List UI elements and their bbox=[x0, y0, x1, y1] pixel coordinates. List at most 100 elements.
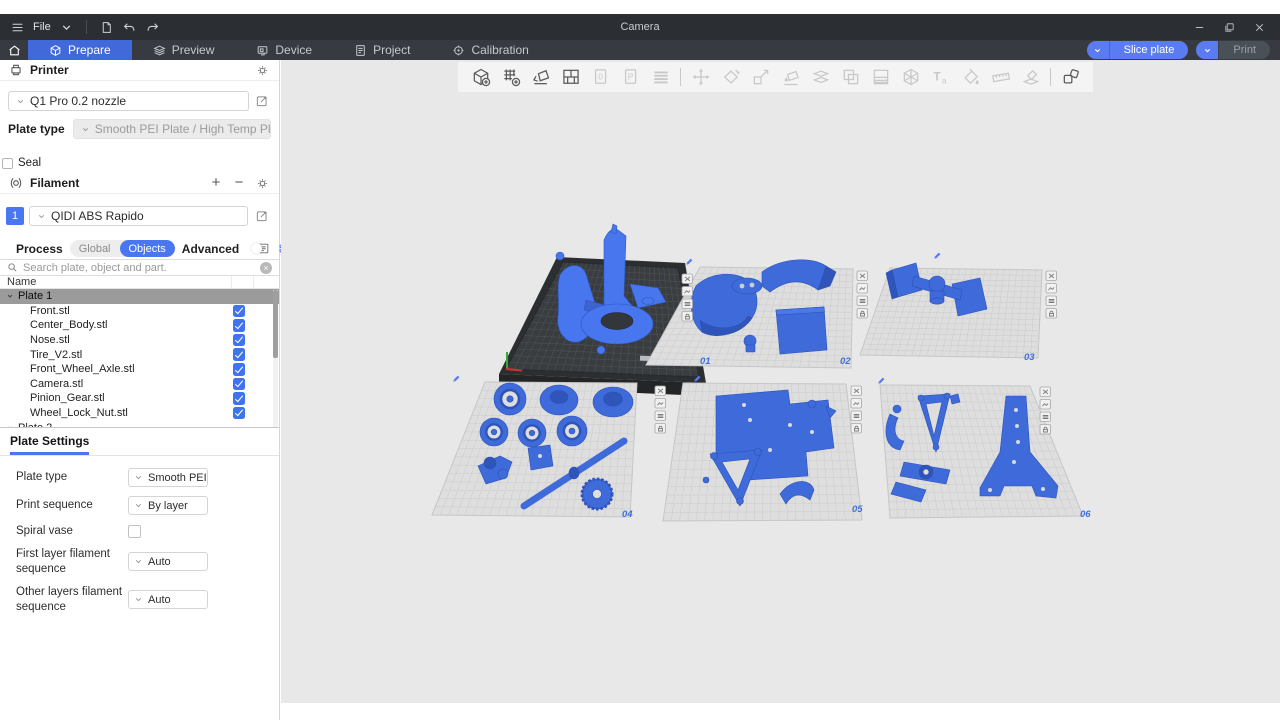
expand-chevron-icon[interactable] bbox=[6, 292, 14, 300]
print-dropdown-chevron-icon[interactable] bbox=[1196, 41, 1218, 59]
close-button[interactable] bbox=[1246, 17, 1272, 37]
rename-plate-pencil-icon[interactable] bbox=[453, 376, 459, 382]
tree-row-object[interactable]: Camera.stl bbox=[0, 377, 279, 392]
tab-preview[interactable]: Preview bbox=[132, 40, 236, 60]
tree-row-object[interactable]: Front.stl bbox=[0, 304, 279, 319]
tree-row-plate-1[interactable]: Plate 1 bbox=[0, 289, 279, 304]
rename-plate-pencil-icon[interactable] bbox=[878, 378, 884, 384]
3d-viewport[interactable]: 010203040506 0PTa bbox=[281, 60, 1280, 703]
add-plate-icon[interactable] bbox=[500, 67, 521, 88]
delete-plate-icon[interactable] bbox=[851, 386, 862, 396]
scope-objects[interactable]: Objects bbox=[120, 240, 175, 257]
lock-plate-icon[interactable] bbox=[1040, 425, 1051, 435]
save-project-icon[interactable] bbox=[99, 20, 114, 35]
variable-layer-height-icon[interactable] bbox=[870, 67, 891, 88]
assembly-view-icon[interactable] bbox=[1060, 67, 1081, 88]
filament-preset-select[interactable]: QIDI ABS Rapido bbox=[29, 206, 248, 226]
delete-plate-icon[interactable] bbox=[655, 386, 666, 396]
object-visibility-checkbox[interactable] bbox=[233, 334, 246, 347]
tree-row-object[interactable]: Center_Body.stl bbox=[0, 318, 279, 333]
lay-on-face-icon[interactable] bbox=[780, 67, 801, 88]
object-visibility-checkbox[interactable] bbox=[233, 363, 246, 376]
mesh-edit-icon[interactable] bbox=[900, 67, 921, 88]
object-visibility-checkbox[interactable] bbox=[233, 305, 246, 318]
seal-checkbox[interactable] bbox=[2, 158, 13, 169]
ps-print-sequence-select[interactable]: By layer bbox=[128, 496, 208, 515]
delete-plate-icon[interactable] bbox=[1040, 387, 1051, 397]
tab-device[interactable]: Device bbox=[235, 40, 333, 60]
cut-icon[interactable] bbox=[810, 67, 831, 88]
hamburger-menu-icon[interactable] bbox=[10, 20, 25, 35]
search-clear-icon[interactable]: × bbox=[260, 262, 272, 274]
undo-icon[interactable] bbox=[122, 20, 137, 35]
list-scrollbar-thumb[interactable] bbox=[273, 290, 278, 358]
slice-dropdown-chevron-icon[interactable] bbox=[1087, 41, 1109, 59]
object-visibility-checkbox[interactable] bbox=[233, 378, 246, 391]
object-visibility-checkbox[interactable] bbox=[233, 348, 246, 361]
edit-plate-name-icon[interactable] bbox=[655, 399, 666, 409]
minimize-button[interactable] bbox=[1186, 17, 1212, 37]
edit-plate-name-icon[interactable] bbox=[682, 287, 693, 297]
measure-icon[interactable] bbox=[990, 67, 1011, 88]
remove-filament-button[interactable]: − bbox=[231, 176, 247, 190]
printer-edit-icon[interactable] bbox=[253, 92, 271, 110]
delete-plate-icon[interactable] bbox=[857, 271, 868, 281]
file-menu[interactable]: File bbox=[33, 21, 51, 33]
lock-plate-icon[interactable] bbox=[655, 424, 666, 434]
mirror-icon[interactable] bbox=[840, 67, 861, 88]
lock-plate-icon[interactable] bbox=[1046, 309, 1057, 319]
tab-prepare[interactable]: Prepare bbox=[28, 40, 132, 60]
build-plate-3[interactable] bbox=[860, 268, 1042, 358]
ps-other-layers-seq-select[interactable]: Auto bbox=[128, 590, 208, 609]
rotate-icon[interactable] bbox=[720, 67, 741, 88]
move-icon[interactable] bbox=[690, 67, 711, 88]
ps-first-layer-seq-select[interactable]: Auto bbox=[128, 552, 208, 571]
rename-plate-pencil-icon[interactable] bbox=[686, 259, 692, 265]
add-object-icon[interactable] bbox=[470, 67, 491, 88]
plate-settings-icon[interactable] bbox=[1046, 296, 1057, 306]
lock-plate-icon[interactable] bbox=[682, 312, 693, 322]
color-paint-icon[interactable] bbox=[960, 67, 981, 88]
plate-settings-icon[interactable] bbox=[1040, 412, 1051, 422]
file-menu-chevron-icon[interactable] bbox=[59, 20, 74, 35]
copy-icon[interactable]: 0 bbox=[590, 67, 611, 88]
tree-row-object[interactable]: Nose.stl bbox=[0, 333, 279, 348]
search-input[interactable] bbox=[23, 262, 255, 274]
object-visibility-checkbox[interactable] bbox=[233, 319, 246, 332]
add-filament-button[interactable]: + bbox=[208, 176, 224, 190]
edit-plate-name-icon[interactable] bbox=[1046, 284, 1057, 294]
ps-plate-type-select[interactable]: Smooth PEI ... bbox=[128, 468, 208, 487]
auto-orient-icon[interactable] bbox=[530, 67, 551, 88]
spiral-vase-checkbox[interactable] bbox=[128, 525, 141, 538]
edit-plate-name-icon[interactable] bbox=[851, 399, 862, 409]
plate-settings-icon[interactable] bbox=[857, 296, 868, 306]
plate-settings-icon[interactable] bbox=[851, 411, 862, 421]
delete-plate-icon[interactable] bbox=[682, 274, 693, 284]
printer-preset-select[interactable]: Q1 Pro 0.2 nozzle bbox=[8, 91, 249, 111]
lock-plate-icon[interactable] bbox=[851, 424, 862, 434]
plate-type-select[interactable]: Smooth PEI Plate / High Temp Plate bbox=[73, 119, 271, 139]
expand-chevron-icon[interactable] bbox=[6, 424, 14, 428]
slice-plate-button[interactable]: Slice plate bbox=[1087, 41, 1189, 59]
paste-icon[interactable]: P bbox=[620, 67, 641, 88]
process-scope-toggle[interactable]: Global Objects bbox=[70, 240, 175, 257]
lock-plate-icon[interactable] bbox=[857, 309, 868, 319]
home-tab[interactable] bbox=[0, 40, 28, 60]
delete-plate-icon[interactable] bbox=[1046, 271, 1057, 281]
build-plates-scene[interactable]: 010203040506 bbox=[281, 60, 1280, 703]
scale-icon[interactable] bbox=[750, 67, 771, 88]
restore-button[interactable] bbox=[1216, 17, 1242, 37]
print-button[interactable]: Print bbox=[1196, 41, 1270, 59]
layers-icon[interactable] bbox=[650, 67, 671, 88]
arrange-icon[interactable] bbox=[560, 67, 581, 88]
tree-row-object[interactable]: Wheel_Lock_Nut.stl bbox=[0, 406, 279, 421]
rename-plate-pencil-icon[interactable] bbox=[934, 253, 940, 259]
redo-icon[interactable] bbox=[145, 20, 160, 35]
tab-calibration[interactable]: Calibration bbox=[431, 40, 549, 60]
edit-plate-name-icon[interactable] bbox=[857, 284, 868, 294]
tree-row-object[interactable]: Pinion_Gear.stl bbox=[0, 391, 279, 406]
object-visibility-checkbox[interactable] bbox=[233, 407, 246, 420]
seam-paint-icon[interactable] bbox=[1020, 67, 1041, 88]
edit-plate-name-icon[interactable] bbox=[1040, 400, 1051, 410]
object-visibility-checkbox[interactable] bbox=[233, 392, 246, 405]
